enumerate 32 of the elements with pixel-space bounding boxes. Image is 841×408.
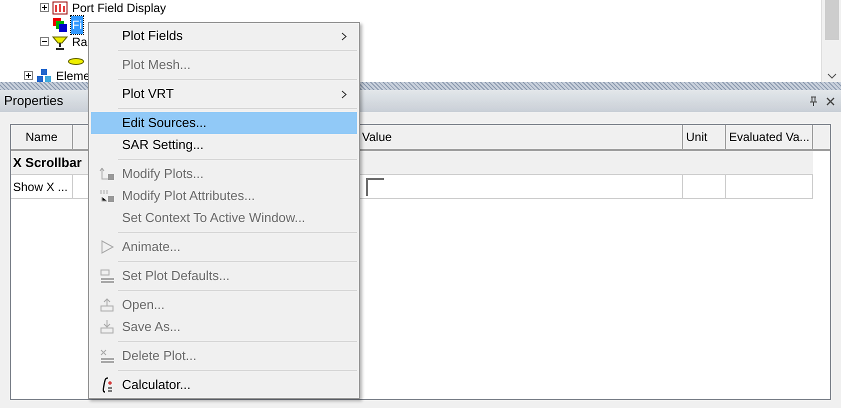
tree-item[interactable]: Port Field Display [71, 0, 168, 16]
checkbox[interactable] [366, 178, 384, 196]
menu-item[interactable]: Plot Fields [91, 25, 357, 47]
collapse-toggle[interactable] [40, 37, 49, 46]
menu-item[interactable]: Calculator... [91, 374, 357, 396]
table-cell: Show X ... [11, 175, 73, 198]
expand-toggle[interactable] [40, 3, 49, 12]
column-header[interactable]: Unit [683, 125, 726, 149]
expand-toggle[interactable] [24, 71, 33, 80]
bars-icon [98, 188, 114, 204]
scroll-down-icon[interactable] [826, 72, 836, 80]
panel-title: Properties [4, 92, 64, 110]
column-header[interactable]: Name [11, 125, 73, 149]
stacked-squares-icon [52, 16, 68, 32]
cubes-icon [36, 68, 52, 82]
tray-up-icon [98, 297, 114, 313]
plot-settings-icon [98, 268, 114, 284]
goblet-icon [52, 34, 68, 50]
axes-icon [98, 166, 114, 182]
play-icon [98, 239, 114, 255]
menu-item[interactable]: Plot VRT [91, 83, 357, 105]
delete-plot-icon [98, 348, 114, 364]
pin-icon[interactable] [809, 96, 818, 106]
tree-item[interactable]: Ra [71, 32, 88, 50]
dish-icon[interactable] [68, 58, 84, 65]
menu-item[interactable]: Edit Sources... [91, 112, 357, 134]
vertical-scrollbar[interactable] [821, 0, 841, 82]
tray-down-icon [98, 319, 114, 335]
group-label: X Scrollbar [12, 154, 83, 172]
menu-item[interactable]: SAR Setting... [91, 134, 357, 156]
close-icon[interactable] [826, 96, 835, 106]
column-header[interactable]: Evaluated Va... [726, 125, 813, 149]
